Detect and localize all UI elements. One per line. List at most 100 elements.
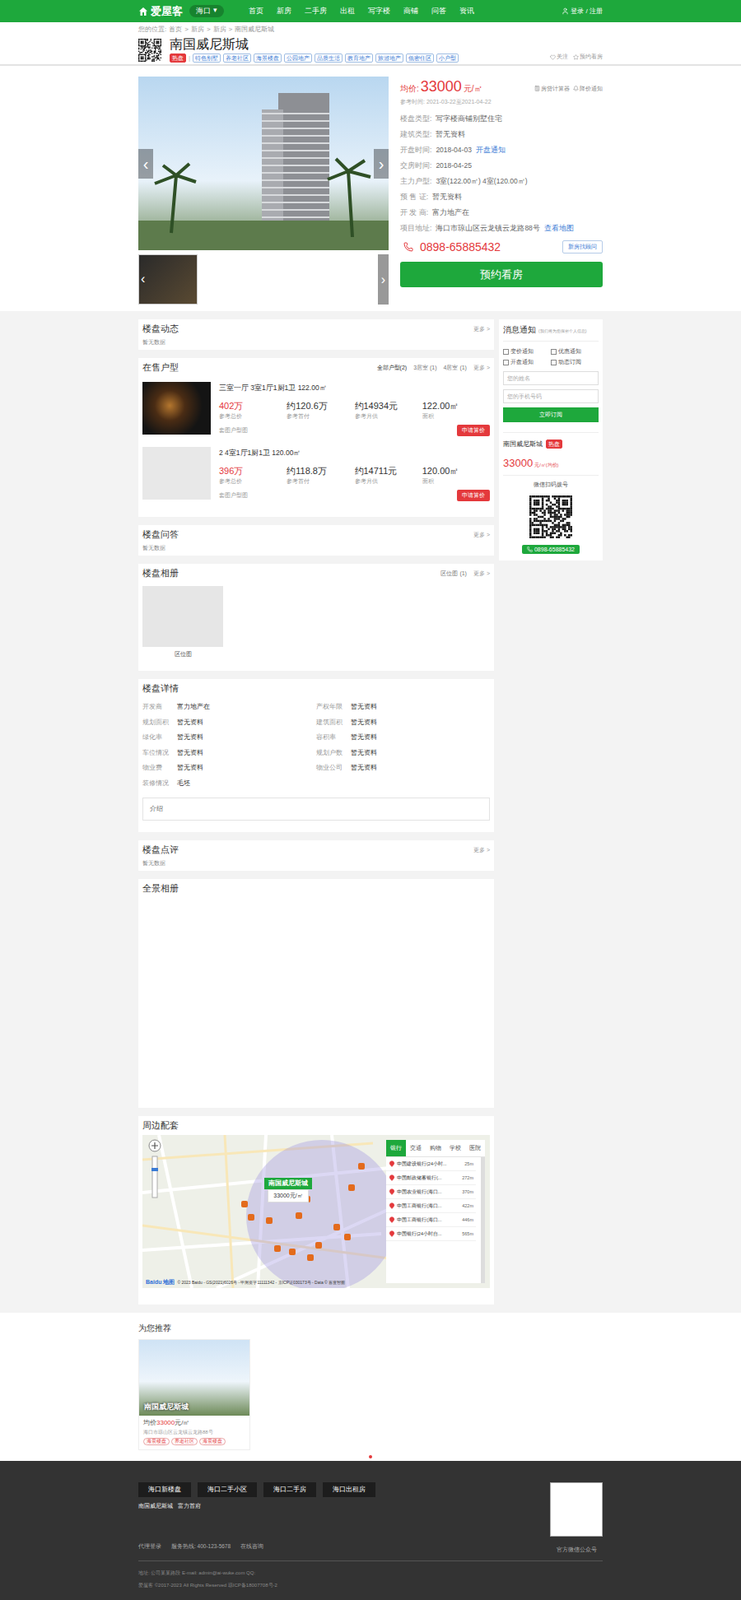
poi-tab[interactable]: 银行 [386,1140,406,1157]
album-item[interactable]: 区位图 [138,582,228,662]
info-link[interactable]: 查看地图 [544,220,574,237]
nav-item[interactable]: 二手房 [304,5,327,17]
recommend-tag: 养老社区 [171,1438,198,1446]
map-pin[interactable] [348,1184,355,1192]
map-pin[interactable] [274,1245,281,1253]
thumbnail[interactable]: ‹ [138,254,198,305]
book-visit-button[interactable]: 预约看房 [400,261,603,288]
poi-item[interactable]: 中国工商银行(海口...422m [386,1199,476,1214]
unit-card[interactable]: 三室一厅 3室1厅1厨1卫 122.00㎡402万参考总价约120.6万参考首付… [138,377,494,443]
breadcrumb-item[interactable]: 南国威尼斯城 [234,24,275,34]
map-pin[interactable] [333,1224,341,1231]
prev-button[interactable]: ‹ [138,149,154,179]
follow-link[interactable]: 关注 [549,52,569,61]
info-row: 主力户型:3室(122.00㎡) 4室(120.00㎡) [400,173,603,190]
poi-item[interactable]: 中国建设银行(24小时...25m [386,1157,476,1172]
panel-header-right: 更多 > [473,325,490,334]
carousel-dot[interactable] [368,1455,373,1459]
poi-item[interactable]: 中国工商银行(海口...446m [386,1213,476,1228]
breadcrumb-item[interactable]: 首页 [168,24,182,34]
map-pin[interactable] [307,1254,314,1262]
more-link[interactable]: 更多 > [473,325,490,334]
notify-link[interactable]: 降价通知 [573,84,603,94]
footer-button[interactable]: 海口二手小区 [197,1482,257,1498]
map[interactable]: 南国威尼斯城33000元/㎡ Baidu 地图© 2023 Baidu - GS(… [142,1135,490,1289]
poi-tab[interactable]: 购物 [425,1140,446,1157]
map-pin[interactable] [358,1163,365,1170]
city-selector[interactable]: 海口▾ [189,4,224,18]
footer-button[interactable]: 海口二手房 [263,1482,317,1498]
project-marker[interactable]: 南国威尼斯城33000元/㎡ [264,1178,313,1203]
nav-item[interactable]: 商铺 [403,5,419,17]
map-pin[interactable] [315,1242,322,1249]
more-link[interactable]: 更多 > [473,846,490,855]
calc-link[interactable]: 房贷计算器 [534,84,570,94]
poi-tab[interactable]: 学校 [445,1140,466,1157]
poi-tab[interactable]: 交通 [405,1140,426,1157]
breadcrumb-item[interactable]: 新房 [213,24,227,34]
login-link[interactable]: 登录 / 注册 [561,6,603,16]
footer-contact[interactable]: 代理登录 [138,1543,162,1552]
nav-item[interactable]: 新房 [276,5,292,17]
poi-tab[interactable]: 医院 [465,1140,485,1157]
unit-tab[interactable]: 4居室 (1) [443,363,467,373]
quote-button[interactable]: 申请算价 [456,489,490,502]
thumb-next[interactable]: › [377,254,389,305]
site-logo[interactable]: 爱屋客 [138,4,183,19]
map-pin[interactable] [265,1217,273,1225]
book-link[interactable]: 预约看房 [573,52,603,61]
footer-button[interactable]: 海口出租房 [322,1482,376,1498]
breadcrumb-item[interactable]: 新房 [191,24,205,34]
info-link[interactable]: 开盘通知 [475,142,506,159]
nav-item[interactable]: 出租 [340,5,355,17]
more-link[interactable]: 更多 > [473,363,490,373]
footer-contact[interactable]: 服务热线: 400-123-5678 [171,1543,231,1552]
checkbox[interactable] [550,359,557,366]
map-pin[interactable] [247,1214,255,1222]
more-link[interactable]: 更多 > [473,531,490,540]
map-pin[interactable] [344,1234,351,1241]
unit-stat: 402万参考总价 [219,400,287,421]
map-pin[interactable] [288,1248,296,1256]
nav-item[interactable]: 问答 [431,5,447,17]
quote-button[interactable]: 申请算价 [456,424,490,437]
notify-option[interactable]: 动态订阅 [550,358,599,367]
footer-button[interactable]: 海口新楼盘 [138,1482,192,1498]
qa-panel: 楼盘问答更多 >暂无数据 [138,525,494,556]
poi-item[interactable]: 中国农业银行(海口...370m [386,1185,476,1200]
more-link[interactable]: 更多 > [473,569,490,578]
map-copyright: Baidu 地图© 2023 Baidu - GS(2021)6026号 - 甲… [145,1278,345,1287]
album-image [142,586,224,648]
nav-item[interactable]: 资讯 [459,5,475,17]
checkbox[interactable] [550,349,557,355]
phone-number[interactable]: 0898-65885432 [419,240,501,254]
info-row: 建筑类型:暂无资料 [400,126,603,143]
notify-option[interactable]: 优惠通知 [550,348,599,356]
subscribe-button[interactable]: 立即订阅 [503,407,599,423]
next-button[interactable]: › [373,149,389,179]
album-tab[interactable]: 区位图 (1) [440,569,467,578]
nav-item[interactable]: 写字楼 [368,5,391,17]
unit-card[interactable]: 2 4室1厅1厨1卫 120.00㎡396万参考总价约118.8万参考首付约14… [138,442,494,508]
consultant-button[interactable]: 新房找顾问 [562,240,603,254]
map-pin[interactable] [241,1201,248,1208]
map-pin[interactable] [295,1212,303,1220]
pin-icon [388,1230,396,1238]
checkbox[interactable] [503,359,509,366]
poi-item[interactable]: 中国邮政储蓄银行(...272m [386,1171,476,1186]
phone-input[interactable] [503,389,599,404]
footer-contact[interactable]: 在线咨询 [240,1543,264,1552]
name-input[interactable] [503,371,599,386]
nav-item[interactable]: 首页 [248,5,264,17]
unit-tab[interactable]: 3居室 (1) [413,363,437,373]
footer-link[interactable]: 南国威尼斯城 [138,1503,173,1511]
footer-link[interactable]: 富力首府 [177,1503,201,1511]
recommend-card[interactable]: 南国威尼斯城均价33000元/㎡海口市琼山区云龙镇云龙路88号海景楼盘养老社区海… [138,1339,251,1451]
sidebar-phone[interactable]: 0898-65885432 [521,545,580,555]
poi-item[interactable]: 中国银行(24小时自...565m [386,1227,476,1242]
thumb-prev[interactable]: ‹ [140,271,145,287]
unit-tab[interactable]: 全部户型(2) [377,363,408,373]
checkbox[interactable] [503,349,509,355]
notify-option[interactable]: 变价通知 [503,348,551,356]
notify-option[interactable]: 开盘通知 [503,358,551,367]
